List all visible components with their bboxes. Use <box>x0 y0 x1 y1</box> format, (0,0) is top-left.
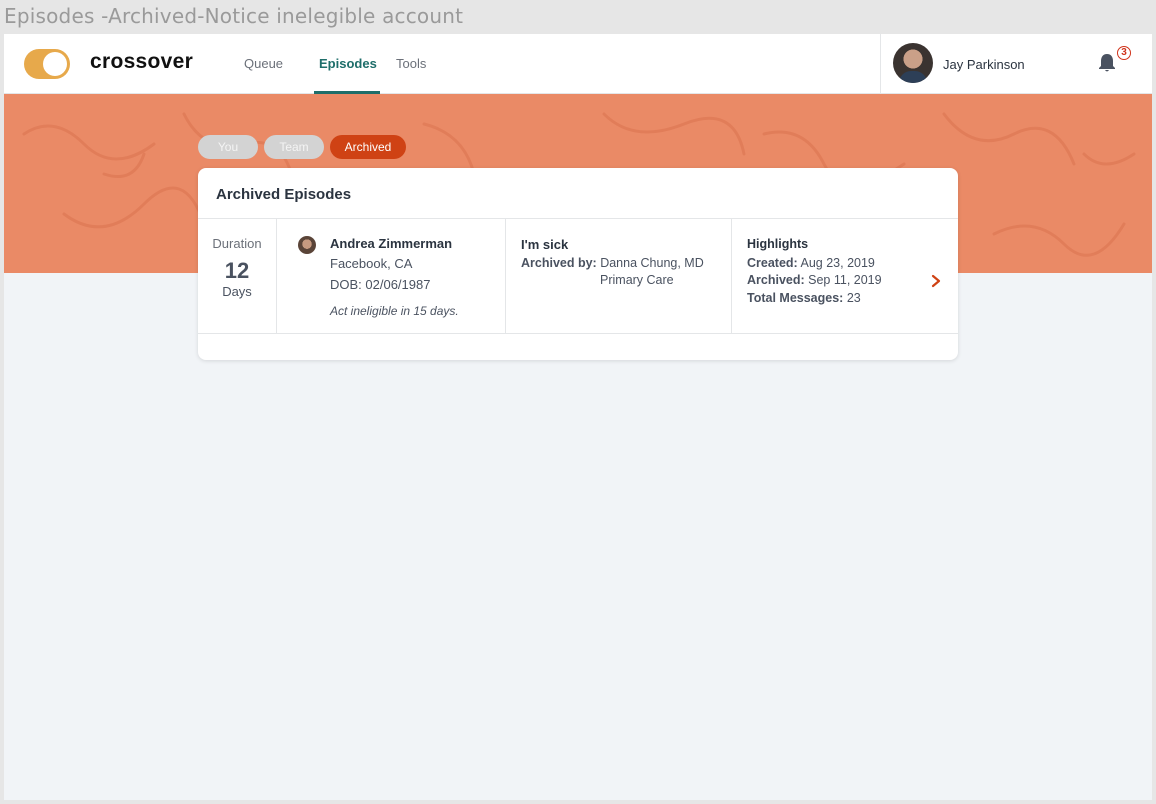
created-label: Created: <box>747 256 798 270</box>
notification-badge: 3 <box>1117 46 1131 60</box>
column-divider <box>505 219 506 333</box>
chevron-right-icon[interactable] <box>929 274 943 288</box>
user-avatar[interactable] <box>893 43 933 83</box>
archived-by: Archived by: Danna Chung, MD <box>521 256 704 270</box>
patient-dob: DOB: 02/06/1987 <box>330 277 431 292</box>
archived-by-label: Archived by: <box>521 256 597 270</box>
toggle-knob <box>43 52 67 76</box>
filter-pill-archived[interactable]: Archived <box>330 135 406 159</box>
archived-by-value: Danna Chung, MD <box>600 256 704 270</box>
top-navigation-bar: crossover Queue Episodes Tools Jay Parki… <box>4 34 1152 94</box>
filter-pill-team[interactable]: Team <box>264 135 324 159</box>
user-name[interactable]: Jay Parkinson <box>943 57 1025 72</box>
created-date: Created: Aug 23, 2019 <box>747 256 875 270</box>
messages-label: Total Messages: <box>747 291 844 305</box>
nav-tab-queue[interactable]: Queue <box>244 56 283 71</box>
mode-toggle[interactable] <box>24 49 70 79</box>
messages-value: 23 <box>846 291 861 305</box>
divider <box>198 333 958 334</box>
archived-episodes-card: Archived Episodes Duration 12 Days Andre… <box>198 168 958 360</box>
archived-date: Archived: Sep 11, 2019 <box>747 273 882 287</box>
highlights-title: Highlights <box>747 237 809 251</box>
department: Primary Care <box>600 273 674 287</box>
duration-unit: Days <box>222 284 252 299</box>
patient-name[interactable]: Andrea Zimmerman <box>330 236 452 251</box>
app-window: crossover Queue Episodes Tools Jay Parki… <box>4 34 1152 800</box>
divider <box>198 218 958 219</box>
filter-pill-you[interactable]: You <box>198 135 258 159</box>
patient-avatar <box>298 236 316 254</box>
nav-tab-episodes[interactable]: Episodes <box>319 56 377 71</box>
duration-value: 12 <box>224 258 250 283</box>
total-messages: Total Messages: 23 <box>747 291 861 305</box>
archived-label: Archived: <box>747 273 805 287</box>
episode-title: I'm sick <box>521 237 569 252</box>
bell-icon[interactable] <box>1097 52 1117 74</box>
user-menu[interactable]: Jay Parkinson 3 <box>880 34 1152 94</box>
column-divider <box>276 219 277 333</box>
frame-title: Episodes -Archived-Notice inelegible acc… <box>4 4 464 28</box>
archived-value: Sep 11, 2019 <box>808 273 882 287</box>
nav-tab-tools[interactable]: Tools <box>396 56 426 71</box>
duration-label: Duration <box>212 236 262 251</box>
ineligibility-notice: Act ineligible in 15 days. <box>330 304 459 318</box>
created-value: Aug 23, 2019 <box>800 256 875 270</box>
logo: crossover <box>90 50 194 73</box>
column-divider <box>731 219 732 333</box>
patient-location: Facebook, CA <box>330 256 413 271</box>
card-title: Archived Episodes <box>216 186 352 203</box>
